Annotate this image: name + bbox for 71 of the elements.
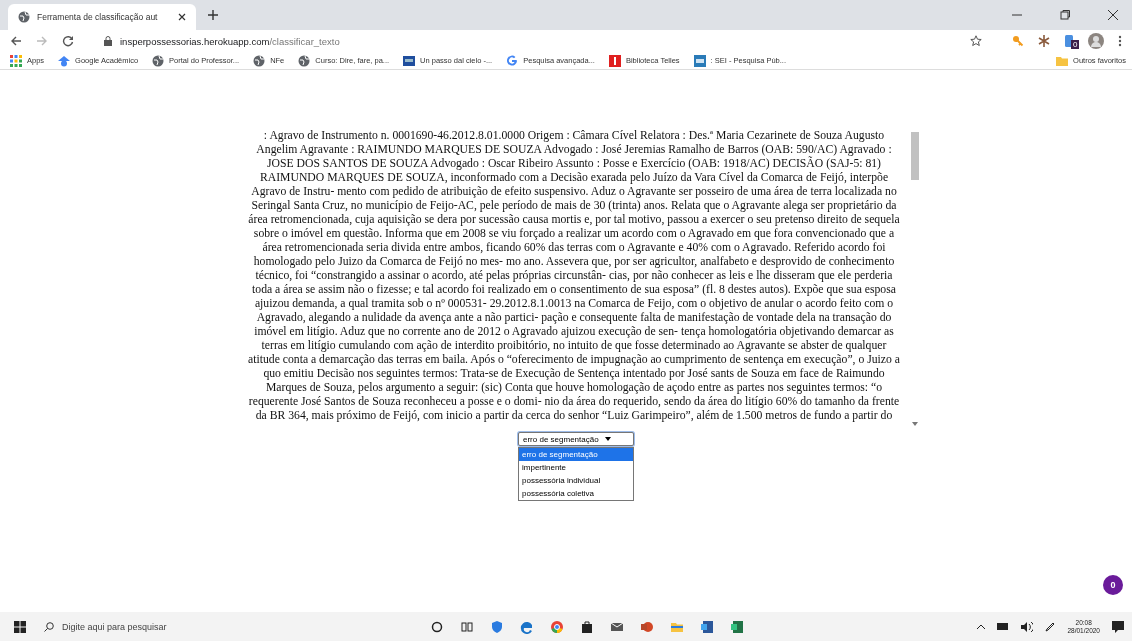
text-line: Angelim Agravante : RAIMUNDO MARQUES DE SOUZA Advogado : José Jeremias Ramalho de Barros (OAB: 590/AC) Agravado : <box>256 143 892 157</box>
maximize-icon[interactable] <box>1060 10 1070 20</box>
dropdown-option[interactable]: impertinente <box>519 461 633 474</box>
text-line: área retromencionada, cuja aquisição se dera por sucessão causa mortis e, por tal motivo, passou a exercer o seu pretenso direito de sequela <box>248 213 900 227</box>
text-line: Seringal Santa Cruz, no município de Feijo-AC, pele período de mais de 30 (trinta) anos. Relata que o Agravante alega ser proprietário da <box>251 199 897 213</box>
text-line: da BR 364, mais próximo de Feijó, com inicio a partir da cerca do senhor “Luiz Garimpeiro”, além de 1.500 metros de fundo a partir do <box>255 409 893 423</box>
globe-icon <box>253 54 266 67</box>
text-line: área retromencionada seria divida entre ambos, ficando 60% das terras com o Agravante e 40% com o Agravado. Referido acordo foi <box>262 241 886 255</box>
text-line: Agravado, alegando a nulidade da avença ante a não partici- pação e consequente falta de manifestação de vontade dela na transação do <box>256 311 892 325</box>
category-dropdown[interactable]: erro de segmentação <box>518 432 634 446</box>
text-line: toda a área se assim não o fizesse; e tal acordo foi realizado em o consentimento de sua esposa” (fl. 8 destes autos). Expõe que sua esposa <box>252 283 896 297</box>
close-icon[interactable] <box>178 13 186 21</box>
chrome-icon[interactable] <box>550 619 564 634</box>
battery-icon[interactable] <box>997 623 1010 630</box>
bag-icon[interactable] <box>580 619 594 634</box>
circle-icon[interactable] <box>430 619 444 634</box>
address-bar[interactable]: insperpossessorias.herokuapp.com/classificar_texto <box>94 31 992 51</box>
scrollbar-thumb[interactable] <box>910 132 919 180</box>
tv-icon <box>403 54 416 67</box>
globe-icon <box>18 11 30 23</box>
square-icon <box>693 54 706 67</box>
notification-icon[interactable] <box>1112 620 1124 633</box>
spreadsheet-icon[interactable] <box>730 619 744 634</box>
windows-icon[interactable] <box>14 620 26 633</box>
task-view-icon[interactable] <box>460 619 474 634</box>
lock-icon <box>104 36 112 46</box>
text-line: sobre o imóvel em questão. Informa que em 2008 se viu forçado a realizar um acordo com o Agravado em que fora convencionado que a <box>253 227 895 241</box>
caret-icon <box>604 437 611 441</box>
browser-tab[interactable]: Ferramenta de classificação aut <box>8 4 196 30</box>
globe-icon <box>152 54 165 67</box>
avatar-icon[interactable] <box>1088 33 1104 49</box>
presentation-icon[interactable] <box>640 619 654 634</box>
folder-icon <box>1056 55 1069 66</box>
text-line: imóvel em litígio. Aduz que no corrente ano de 2012 o Agravado ajuizou execução de sen- tença homologatória objetivando demarcar as <box>254 325 894 339</box>
text-line: quo emitiu Decisão nos seguintes termos: Trata-se de Execução de Sentença intentado por José sants de Souza em face de Raimundo <box>263 367 885 381</box>
text-line: : Agravo de Instrumento n. 0001690-46.2012.8.01.0000 Origem : Câmara Cível Relatora : Des.ª Maria Cezarinete de Souza Augusto <box>263 129 885 143</box>
arrow-down-icon[interactable] <box>911 422 918 426</box>
text-line: requerente José Santos de Souza reconheceu a posse e o domi- nio da área do requerido, sendo da área do litígio 60% do tamanho da frente <box>248 395 900 409</box>
google-g-icon <box>506 54 519 67</box>
globe-icon <box>298 54 311 67</box>
dropdown-option[interactable]: erro de segmentação <box>519 448 633 461</box>
book-icon <box>608 54 621 67</box>
reload-icon[interactable] <box>62 35 74 47</box>
edge-e-icon[interactable] <box>520 619 534 634</box>
star-icon[interactable] <box>970 35 982 47</box>
text-line: terras em litígio cumulando com ação de interdito proibitório, no intuito de que fosse determinado ao Agravante se abster de qualquer <box>261 339 887 353</box>
plus-icon[interactable] <box>208 10 218 20</box>
back-icon[interactable] <box>10 35 22 47</box>
dropdown-option[interactable]: possessória individual <box>519 474 633 487</box>
pen-icon[interactable] <box>1045 621 1056 632</box>
close-icon[interactable] <box>1108 10 1118 20</box>
text-line: Marques de Souza, pelos argumento a seguir: (sic) Conta que houve homologação de açodo entre as partes nos seguintes termos: “o <box>265 381 883 395</box>
caret-up-icon[interactable] <box>977 624 986 629</box>
count-badge[interactable]: 0 <box>1103 575 1123 595</box>
dropdown-option[interactable]: possessória coletiva <box>519 487 633 500</box>
shield-icon[interactable] <box>490 619 504 634</box>
text-line: Agravo de Instru- mento com pedido de atribuição de efeito suspensivo. Aduz o Agravante ser posseiro de uma área de terra localizada no <box>251 185 897 199</box>
speaker-icon[interactable] <box>1021 621 1034 632</box>
text-line: homologado pelo Juizo da Comarca de Feijó no mes- mo ano. Assevera que, por ser agricultor, analfabeto e desprovido de conhecimento <box>253 255 895 269</box>
text-line: ajuizou demanda, a qual tramita sob o nº 000531- 29.2012.8.1.0013 na Comarca de Feijo, com o objetivo de anular o acordo feito com o <box>254 297 894 311</box>
text-line: JOSE DOS SANTOS DE SOUZA Advogado : Oscar Ribeiro Assunto : Posse e Exercício (OAB: 1918/AC) DECISÃO (SAJ-5: 81) <box>267 157 881 171</box>
text-line: RAIMUNDO MARQUES DE SOUZA, inconformado com a Decisão exarada pelo Juízo da Vara Cível da Comarca de Feijó, interpõe <box>259 171 889 185</box>
menu-icon[interactable] <box>1118 35 1122 47</box>
text-line: atitude conta a demarcação das terras em baila. Após o “oferecimento de impugnação ao cumprimento de sentença em execução”, o Juizo a <box>248 353 900 367</box>
apps-grid-icon <box>10 54 22 67</box>
search-icon <box>44 621 54 632</box>
extension-badge: 0 <box>1071 40 1080 49</box>
taskbar-search-field[interactable]: Digite aqui para pesquisar <box>38 612 340 641</box>
document-icon[interactable] <box>700 619 714 634</box>
text-line: técnico, foi “constrangido a assinar o acordo, até pelas próprias circunstân- cias, por não conhecer as leis e lhe disseram que ele perderia <box>255 269 893 283</box>
asterisk-icon[interactable] <box>1038 35 1050 47</box>
